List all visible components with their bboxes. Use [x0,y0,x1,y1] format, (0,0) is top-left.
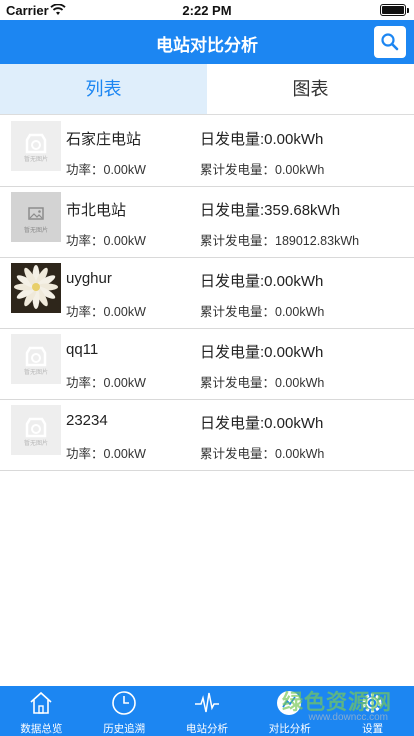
tab-label: 对比分析 [268,723,311,735]
station-name: 23234 [66,412,108,429]
placeholder-text: 暂无图片 [23,370,48,376]
station-thumbnail [11,263,61,313]
home-icon [28,690,54,716]
list-item[interactable]: 暂无图片 23234 日发电量:0.00kWh 功率：0.00kW 累计发电量：… [0,400,414,471]
tab-label: 历史追溯 [103,723,146,735]
image-placeholder-icon [25,133,47,154]
divider [0,114,414,115]
station-thumbnail: 暂无图片 [11,405,61,455]
placeholder-text: 暂无图片 [23,228,48,234]
watermark-url: www.downcc.com [308,712,388,723]
total-energy: 累计发电量：0.00kWh [200,305,325,319]
station-name: 市北电站 [66,202,127,219]
status-time: 2:22 PM [182,3,232,18]
total-energy: 累计发电量：0.00kWh [200,163,325,177]
page-title: 电站对比分析 [156,36,258,55]
image-placeholder-icon [28,207,44,220]
pulse-icon [194,690,220,716]
tab-label: 数据总览 [20,723,63,735]
list-item[interactable]: 暂无图片 qq11 日发电量:0.00kWh 功率：0.00kW 累计发电量：0… [0,329,414,400]
daily-energy: 日发电量:359.68kWh [200,202,341,219]
tab-label: 设置 [362,723,384,735]
daily-energy: 日发电量:0.00kWh [200,415,324,432]
clock-icon [111,690,137,716]
tab-data-overview[interactable]: 数据总览 [0,686,83,736]
placeholder-text: 暂无图片 [23,441,48,447]
station-power: 功率：0.00kW [66,376,146,390]
placeholder-text: 暂无图片 [23,157,48,163]
daily-energy: 日发电量:0.00kWh [200,273,324,290]
station-thumbnail: 暂无图片 [11,192,61,242]
search-button[interactable] [374,26,406,58]
station-power: 功率：0.00kW [66,234,146,248]
battery-icon [380,4,409,16]
station-thumbnail: 暂无图片 [11,334,61,384]
tab-chart[interactable]: 图表 [207,64,414,114]
flower-photo-icon [11,263,61,313]
list-item[interactable]: 暂无图片 石家庄电站 日发电量:0.00kWh 功率：0.00kW 累计发电量：… [0,116,414,187]
station-name: uyghur [66,270,112,287]
image-placeholder-icon [25,417,47,438]
nav-bar: 电站对比分析 [0,20,414,64]
segment-tabs: 列表 图表 [0,64,414,114]
status-bar: Carrier 2:22 PM [0,0,414,20]
image-placeholder-icon [25,346,47,367]
station-power: 功率：0.00kW [66,305,146,319]
total-energy: 累计发电量：0.00kWh [200,447,325,461]
daily-energy: 日发电量:0.00kWh [200,344,324,361]
station-name: qq11 [66,341,99,358]
total-energy: 累计发电量：189012.83kWh [200,234,360,248]
station-name: 石家庄电站 [66,131,142,148]
list-item[interactable]: uyghur 日发电量:0.00kWh 功率：0.00kW 累计发电量：0.00… [0,258,414,329]
total-energy: 累计发电量：0.00kWh [200,376,325,390]
tab-list[interactable]: 列表 [0,64,207,114]
daily-energy: 日发电量:0.00kWh [200,131,324,148]
station-list: 暂无图片 石家庄电站 日发电量:0.00kWh 功率：0.00kW 累计发电量：… [0,116,414,471]
tab-history[interactable]: 历史追溯 [83,686,166,736]
search-icon [380,32,400,57]
list-item[interactable]: 暂无图片 市北电站 日发电量:359.68kWh 功率：0.00kW 累计发电量… [0,187,414,258]
station-power: 功率：0.00kW [66,163,146,177]
station-thumbnail: 暂无图片 [11,121,61,171]
station-power: 功率：0.00kW [66,447,146,461]
tab-station-analysis[interactable]: 电站分析 [166,686,249,736]
tab-label: 电站分析 [185,723,228,735]
